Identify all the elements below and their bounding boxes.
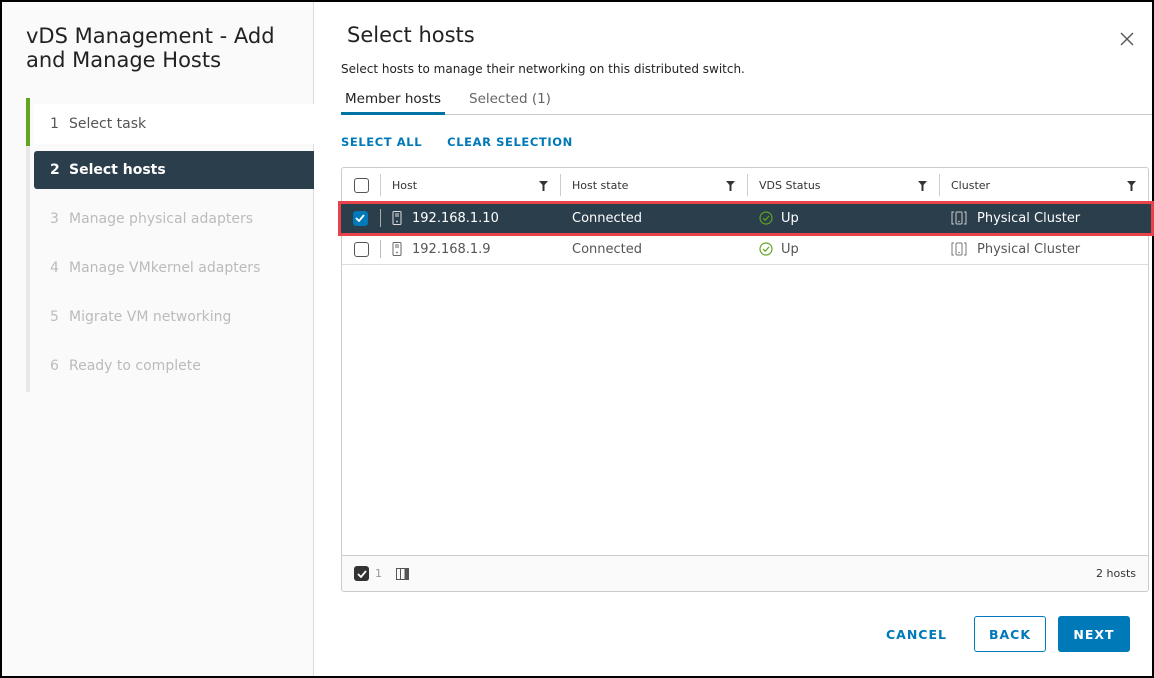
select-all-checkbox[interactable] bbox=[353, 177, 369, 193]
page-subtitle: Select hosts to manage their networking … bbox=[341, 62, 745, 76]
wizard-title: vDS Management - Add and Manage Hosts bbox=[26, 24, 275, 72]
clear-selection-button[interactable]: CLEAR SELECTION bbox=[447, 135, 573, 149]
row-checkbox[interactable] bbox=[353, 241, 369, 257]
column-header-label: Cluster bbox=[951, 178, 991, 192]
column-header-label: Host bbox=[392, 178, 418, 192]
step-track-completed bbox=[26, 98, 30, 146]
column-header-cluster[interactable]: Cluster bbox=[939, 168, 1148, 202]
wizard-steps: 1 Select task 2 Select hosts 3 Manage ph… bbox=[26, 98, 314, 396]
cell-vds-status: Up bbox=[747, 234, 939, 264]
step-select-hosts[interactable]: 2 Select hosts bbox=[34, 151, 314, 189]
hosts-datagrid: Host Host state VDS Status Cluster 192.1… bbox=[338, 167, 1154, 592]
cell-host-state: Connected bbox=[560, 203, 747, 233]
cluster-name[interactable]: Physical Cluster bbox=[977, 211, 1080, 226]
step-label: Select hosts bbox=[69, 162, 166, 178]
page-title: Select hosts bbox=[347, 23, 475, 47]
footer-selection: 1 bbox=[354, 566, 409, 581]
step-manage-vmkernel-adapters: 4 Manage VMkernel adapters bbox=[34, 249, 314, 287]
step-number: 1 bbox=[50, 116, 59, 132]
cluster-name[interactable]: Physical Cluster bbox=[977, 242, 1080, 257]
step-number: 3 bbox=[50, 211, 59, 227]
step-ready-to-complete: 6 Ready to complete bbox=[34, 347, 314, 385]
grid-footer: 1 2 hosts bbox=[342, 555, 1148, 591]
column-header-label: Host state bbox=[572, 178, 629, 192]
filter-icon[interactable] bbox=[918, 181, 927, 191]
back-button[interactable]: BACK bbox=[974, 616, 1046, 652]
column-toggle-icon[interactable] bbox=[396, 567, 409, 580]
checkmark-icon bbox=[355, 214, 365, 222]
step-label: Manage physical adapters bbox=[69, 211, 253, 227]
next-button[interactable]: NEXT bbox=[1058, 616, 1130, 652]
host-state: Connected bbox=[572, 241, 643, 257]
select-all-button[interactable]: SELECT ALL bbox=[341, 135, 422, 149]
host-server-icon bbox=[392, 242, 402, 256]
cell-host-state: Connected bbox=[560, 234, 747, 264]
column-header-host-state[interactable]: Host state bbox=[560, 168, 747, 202]
cell-cluster: Physical Cluster bbox=[939, 234, 1148, 264]
row-select-cell bbox=[340, 203, 380, 233]
host-name[interactable]: 192.168.1.9 bbox=[412, 242, 491, 257]
cell-vds-status: Up bbox=[747, 203, 939, 233]
wizard-dialog: vDS Management - Add and Manage Hosts 1 … bbox=[2, 2, 1154, 676]
grid-actions: SELECT ALL CLEAR SELECTION bbox=[341, 135, 573, 149]
row-checkbox[interactable] bbox=[352, 210, 368, 226]
close-button[interactable] bbox=[1118, 30, 1136, 48]
tab-selected[interactable]: Selected (1) bbox=[465, 86, 555, 115]
cell-cluster: Physical Cluster bbox=[939, 203, 1152, 233]
wizard-buttons: CANCEL BACK NEXT bbox=[871, 616, 1130, 652]
cluster-icon bbox=[951, 211, 967, 225]
column-header-host[interactable]: Host bbox=[380, 168, 560, 202]
column-header-vds-status[interactable]: VDS Status bbox=[747, 168, 939, 202]
step-label: Migrate VM networking bbox=[69, 309, 232, 325]
header-select-all-cell bbox=[342, 168, 380, 202]
vds-status: Up bbox=[781, 210, 799, 226]
filter-icon[interactable] bbox=[539, 181, 548, 191]
host-server-icon bbox=[392, 211, 402, 225]
cell-host: 192.168.1.9 bbox=[380, 234, 560, 264]
wizard-sidebar: vDS Management - Add and Manage Hosts 1 … bbox=[2, 2, 314, 676]
step-number: 4 bbox=[50, 260, 59, 276]
step-label: Manage VMkernel adapters bbox=[69, 260, 261, 276]
filter-icon[interactable] bbox=[726, 181, 735, 191]
status-ok-icon bbox=[759, 242, 773, 256]
host-state: Connected bbox=[572, 210, 643, 226]
step-label: Select task bbox=[69, 116, 147, 132]
vds-status: Up bbox=[781, 241, 799, 257]
total-count: 2 hosts bbox=[1096, 567, 1136, 580]
grid-header: Host Host state VDS Status Cluster bbox=[342, 168, 1148, 203]
step-select-task[interactable]: 1 Select task bbox=[34, 104, 314, 144]
column-header-label: VDS Status bbox=[759, 178, 821, 192]
step-number: 2 bbox=[50, 162, 60, 178]
step-number: 5 bbox=[50, 309, 59, 325]
row-select-cell bbox=[342, 234, 380, 264]
cancel-button[interactable]: CANCEL bbox=[871, 616, 962, 652]
host-name[interactable]: 192.168.1.10 bbox=[412, 211, 499, 226]
cell-host: 192.168.1.10 bbox=[380, 203, 560, 233]
selection-checkbox-icon[interactable] bbox=[354, 566, 369, 581]
tab-bar: Member hosts Selected (1) bbox=[341, 86, 1152, 115]
status-ok-icon bbox=[759, 211, 773, 225]
close-icon bbox=[1120, 32, 1134, 46]
wizard-main: Select hosts Select hosts to manage thei… bbox=[314, 2, 1154, 676]
filter-icon[interactable] bbox=[1127, 181, 1136, 191]
step-label: Ready to complete bbox=[69, 358, 201, 374]
cluster-icon bbox=[951, 242, 967, 256]
step-manage-physical-adapters: 3 Manage physical adapters bbox=[34, 200, 314, 238]
step-migrate-vm-networking: 5 Migrate VM networking bbox=[34, 298, 314, 336]
selected-count: 1 bbox=[375, 567, 382, 580]
table-row[interactable]: 192.168.1.9 Connected Up Physical Cluste… bbox=[342, 234, 1148, 265]
step-number: 6 bbox=[50, 358, 59, 374]
table-row[interactable]: 192.168.1.10 Connected Up Physical Clust… bbox=[338, 201, 1154, 236]
tab-member-hosts[interactable]: Member hosts bbox=[341, 86, 445, 115]
